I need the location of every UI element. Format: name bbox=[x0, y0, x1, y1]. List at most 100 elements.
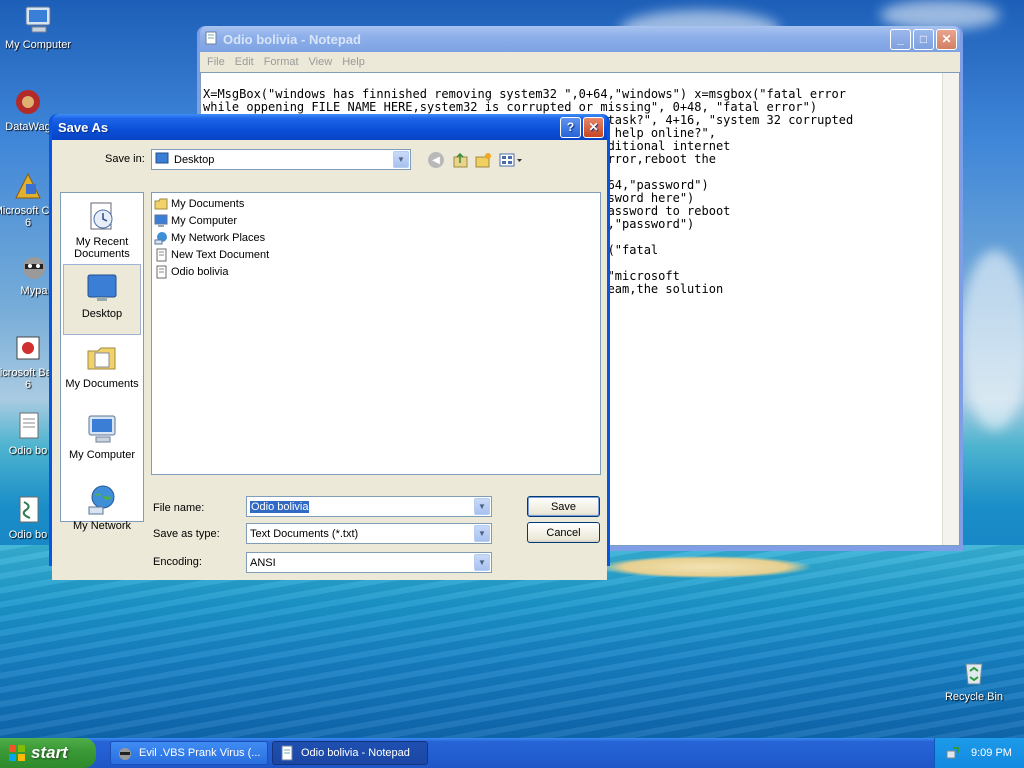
raccoon-icon bbox=[119, 748, 131, 760]
computer-icon bbox=[154, 214, 168, 227]
place-desktop[interactable]: Desktop bbox=[63, 264, 141, 335]
help-icon: ? bbox=[566, 120, 575, 134]
file-name: New Text Document bbox=[171, 248, 270, 261]
recycle-bin-icon bbox=[958, 656, 990, 688]
save-as-type-label: Save as type: bbox=[153, 528, 220, 540]
start-label: start bbox=[31, 743, 68, 762]
network-tray-icon[interactable] bbox=[945, 745, 961, 761]
views-menu-button[interactable] bbox=[498, 151, 524, 169]
system-tray: 9:09 PM bbox=[934, 738, 1024, 768]
cloud bbox=[960, 250, 1024, 430]
close-button[interactable]: ✕ bbox=[936, 28, 957, 50]
clock[interactable]: 9:09 PM bbox=[971, 747, 1012, 759]
notepad-icon bbox=[281, 745, 293, 761]
maximize-icon: □ bbox=[919, 32, 928, 46]
place-label: My Computer bbox=[68, 449, 136, 461]
list-item[interactable]: New Text Document bbox=[154, 246, 598, 263]
desktop-icon-label: Recycle Bin bbox=[944, 691, 1004, 703]
place-my-computer[interactable]: My Computer bbox=[61, 406, 143, 477]
desktop-small-icon bbox=[155, 151, 169, 168]
computer-icon bbox=[22, 4, 54, 36]
back-button[interactable]: ◀ bbox=[428, 152, 444, 168]
file-name-label: File name: bbox=[153, 502, 205, 514]
close-icon: ✕ bbox=[588, 120, 599, 134]
place-my-network[interactable]: My Network bbox=[61, 477, 143, 548]
notepad-title: Odio bolivia - Notepad bbox=[223, 31, 361, 47]
chevron-down-icon: ▼ bbox=[474, 498, 490, 515]
list-item[interactable]: My Network Places bbox=[154, 229, 598, 246]
taskbar-item-evil-vbs[interactable]: Evil .VBS Prank Virus (... bbox=[110, 741, 268, 765]
cancel-button[interactable]: Cancel bbox=[527, 522, 600, 543]
encoding-dropdown[interactable]: ANSI ▼ bbox=[246, 552, 492, 573]
chevron-down-icon: ▼ bbox=[474, 554, 490, 571]
taskbar-item-notepad[interactable]: Odio bolivia - Notepad bbox=[272, 741, 428, 765]
text-file-icon bbox=[12, 410, 44, 442]
file-name: My Computer bbox=[171, 214, 238, 227]
save-as-type-dropdown[interactable]: Text Documents (*.txt) ▼ bbox=[246, 523, 492, 544]
start-button[interactable]: start bbox=[0, 738, 96, 768]
desktop-icon bbox=[85, 271, 119, 305]
folder-icon bbox=[154, 198, 168, 209]
list-item[interactable]: My Documents bbox=[154, 195, 598, 212]
notepad-title-bar[interactable]: Odio bolivia - Notepad _ □ ✕ bbox=[200, 26, 960, 52]
list-item[interactable]: My Computer bbox=[154, 212, 598, 229]
maximize-button[interactable]: □ bbox=[913, 28, 934, 50]
new-folder-button[interactable] bbox=[474, 151, 492, 169]
chevron-down-icon: ▼ bbox=[474, 525, 490, 542]
menu-help[interactable]: Help bbox=[337, 56, 370, 68]
place-label: My Recent Documents bbox=[74, 236, 130, 260]
save-as-body: Save in: Desktop ▼ ◀ My Recent Documents bbox=[52, 140, 607, 580]
folder-icon bbox=[85, 341, 119, 375]
minimize-button[interactable]: _ bbox=[890, 28, 911, 50]
list-item[interactable]: Odio bolivia bbox=[154, 263, 598, 280]
up-folder-icon bbox=[453, 152, 468, 168]
place-label: My Documents bbox=[65, 378, 139, 390]
encoding-value: ANSI bbox=[250, 556, 276, 569]
save-in-label: Save in: bbox=[105, 153, 145, 165]
save-as-title-bar[interactable]: Save As ? ✕ bbox=[52, 114, 607, 140]
visual-basic-icon bbox=[12, 332, 44, 364]
taskbar: start Evil .VBS Prank Virus (... Odio bo… bbox=[0, 738, 1024, 768]
save-in-value: Desktop bbox=[174, 153, 215, 166]
menu-format[interactable]: Format bbox=[259, 56, 304, 68]
save-in-dropdown[interactable]: Desktop ▼ bbox=[151, 149, 411, 170]
save-button[interactable]: Save bbox=[527, 496, 600, 517]
place-my-recent-documents[interactable]: My Recent Documents bbox=[61, 193, 143, 264]
up-folder-button[interactable] bbox=[452, 151, 470, 169]
encoding-label: Encoding: bbox=[153, 556, 202, 568]
task-label: Odio bolivia - Notepad bbox=[301, 747, 410, 759]
views-icon bbox=[499, 153, 522, 167]
file-name-value: Odio bolivia bbox=[250, 500, 310, 513]
help-button[interactable]: ? bbox=[560, 116, 581, 138]
computer-icon bbox=[85, 412, 119, 446]
new-folder-icon bbox=[475, 153, 491, 168]
desktop-icon-label: My Computer bbox=[4, 39, 72, 51]
places-bar: My Recent Documents Desktop My Documents… bbox=[60, 192, 144, 532]
vertical-scrollbar[interactable] bbox=[942, 73, 959, 545]
desktop-icon-my-computer[interactable]: My Computer bbox=[0, 4, 76, 51]
menu-edit[interactable]: Edit bbox=[230, 56, 259, 68]
file-name: Odio bolivia bbox=[171, 265, 229, 278]
place-label: Desktop bbox=[81, 308, 123, 320]
close-button[interactable]: ✕ bbox=[583, 116, 604, 138]
chevron-down-icon: ▼ bbox=[393, 151, 409, 168]
file-name: My Documents bbox=[171, 197, 245, 210]
file-name-field[interactable]: Odio bolivia ▼ bbox=[246, 496, 492, 517]
text-file-icon bbox=[156, 265, 167, 278]
notepad-icon bbox=[204, 31, 218, 48]
place-label: My Network bbox=[72, 520, 132, 532]
file-name: My Network Places bbox=[171, 231, 266, 244]
menu-view[interactable]: View bbox=[304, 56, 338, 68]
network-icon bbox=[154, 231, 167, 244]
save-as-dialog: Save As ? ✕ Save in: Desktop ▼ ◀ My Rece… bbox=[49, 114, 610, 580]
notepad-menubar: File Edit Format View Help bbox=[200, 52, 960, 72]
windows-logo-icon bbox=[9, 745, 25, 761]
desktop-icon-recycle-bin[interactable]: Recycle Bin bbox=[936, 656, 1012, 703]
menu-file[interactable]: File bbox=[202, 56, 230, 68]
visual-cpp-icon bbox=[12, 170, 44, 202]
back-arrow-icon: ◀ bbox=[432, 154, 440, 166]
place-my-documents[interactable]: My Documents bbox=[61, 335, 143, 406]
file-list[interactable]: My Documents My Computer My Network Plac… bbox=[151, 192, 601, 475]
raccoon-icon bbox=[18, 250, 50, 282]
close-icon: ✕ bbox=[941, 32, 952, 46]
